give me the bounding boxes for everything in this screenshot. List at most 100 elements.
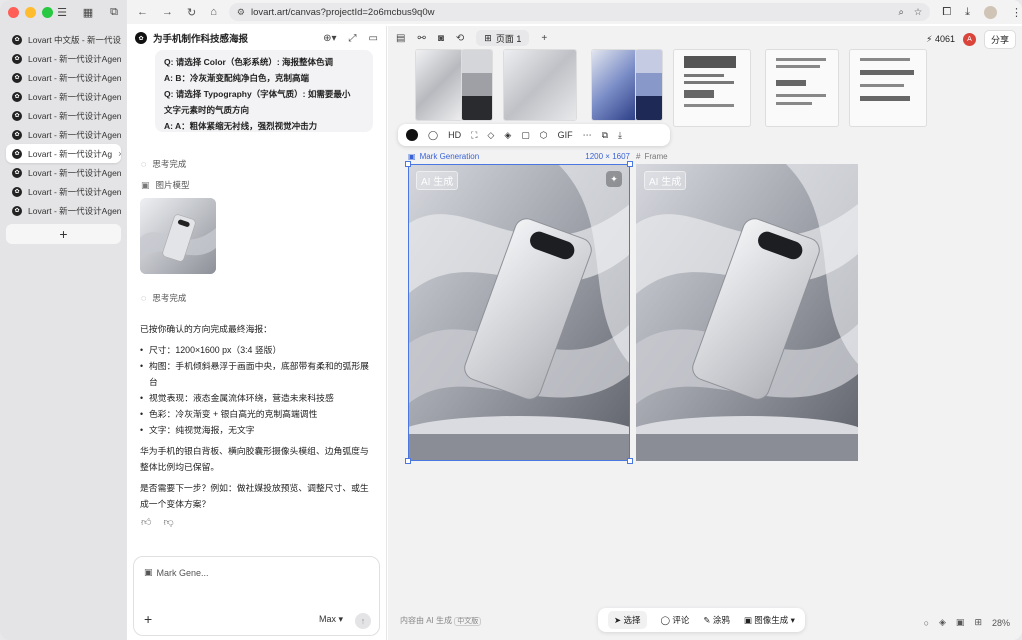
comment-icon[interactable]: ◯ [428,130,438,141]
new-chat-icon[interactable]: ⊕▾ [323,33,336,44]
browser-tab[interactable]: ✿ Lovart - 新一代设计Agent [6,68,121,87]
connect-icon[interactable]: ⚯ [417,33,425,44]
chat-input-box[interactable]: ▣ Mark Gene... + Max ▾ ↑ [133,556,380,636]
draw-tool[interactable]: ✎ 涂鸦 [703,614,730,626]
browser-tab[interactable]: ✿ Lovart - 新一代设计Agent [6,49,121,68]
forward-icon[interactable]: → [162,6,173,19]
new-tab-button[interactable]: + [6,224,121,244]
qa-line: A: A：粗体紧缩无衬线，强烈视觉冲击力 [164,121,318,131]
typography-board-1[interactable] [674,50,750,126]
comment-tool[interactable]: ◯ 评论 [661,614,690,626]
sync-icon[interactable]: ⟲ [456,33,464,44]
download-icon[interactable]: ⤓ [618,130,622,141]
thinking-status[interactable]: ◌ 思考完成 [141,158,186,170]
home-icon[interactable]: ⌂ [210,6,217,19]
maximize-window-button[interactable] [42,7,53,18]
download-icon[interactable]: ⤓ [965,6,970,19]
chat-header: ✿ 为手机制作科技感海报 ⊕▾ ⤢ ▭ [127,26,386,50]
eraser-icon[interactable]: ◇ [487,130,494,141]
more-icon[interactable]: ⋯ [583,130,592,141]
add-attachment-button[interactable]: + [144,611,152,627]
gallery-icon[interactable]: ▣ [956,617,965,628]
reader-icon[interactable]: ⧉ [107,5,121,19]
gif-icon[interactable]: GIF [558,130,573,140]
layers-icon[interactable]: ▤ [396,33,405,44]
user-avatar[interactable]: A [962,33,976,46]
lovart-favicon-icon: ✿ [12,205,22,216]
browser-tab[interactable]: ✿ Lovart - 新一代设计Agent [6,182,121,201]
zoom-icon[interactable]: ⌕ [898,7,903,18]
swatch-metal[interactable] [416,50,462,120]
generated-image-thumbnail[interactable] [140,198,216,274]
browser-tab[interactable]: ✿ Lovart - 新一代设计Ag × [6,144,121,163]
page-icon: ⊞ [484,32,492,43]
reload-icon[interactable]: ↻ [187,6,196,19]
more-menu-icon[interactable]: ⋮ [1011,6,1022,19]
image-generate-tool[interactable]: ▣ 图像生成 ▾ [744,614,795,626]
browser-tab[interactable]: ✿ Lovart - 新一代设计Agent [6,106,121,125]
swatch-metal-2[interactable] [504,50,576,120]
swatch-blue[interactable] [592,50,636,120]
profile-avatar[interactable] [984,5,997,19]
credits[interactable]: ⚡ 4061 [926,34,955,45]
3d-icon[interactable]: ⬡ [540,130,548,141]
browser-tab[interactable]: ✿ Lovart - 新一代设计Agent [6,163,121,182]
share-button[interactable]: 分享 [983,30,1016,49]
layers-icon[interactable]: ◈ [939,617,946,628]
thinking-status-2[interactable]: ◌ 思考完成 [141,292,186,304]
crop-icon[interactable]: ⛶ [471,130,477,141]
url-text: lovart.art/canvas?projectId=2o6mcbus9q0w [250,6,435,18]
close-tab-icon[interactable]: × [118,149,121,159]
tab-label: Lovart - 新一代设计Agent [28,72,121,83]
circle-icon[interactable]: ○ [924,618,929,628]
tab-sidebar: ☰ ▦ ⧉ ✿ Lovart 中文版 - 新一代设计 ✿ Lovart - 新一代设计… [0,0,127,640]
frame-icon[interactable]: ⊞ [974,617,982,628]
resize-handle[interactable] [405,161,411,167]
reference-chip[interactable]: ▣ Mark Gene... [144,567,209,578]
model-selector[interactable]: Max ▾ [319,614,343,625]
thumbs-up-icon[interactable]: 👍︎ [141,516,151,528]
extensions-icon[interactable]: ⧠ [942,6,951,19]
bookmark-star-icon[interactable]: ☆ [914,7,923,18]
select-tool[interactable]: ➤ 选择 [608,611,647,629]
tab-label: Lovart - 新一代设计Agent [28,205,121,216]
expand-icon[interactable]: ⤢ [349,33,357,44]
send-button[interactable]: ↑ [355,613,371,629]
palette-blue[interactable] [636,50,662,120]
typography-board-2[interactable] [766,50,838,126]
browser-tab[interactable]: ✿ Lovart - 新一代设计Agent [6,87,121,106]
thumbs-down-icon[interactable]: 👎︎ [163,516,173,528]
browser-tab[interactable]: ✿ Lovart - 新一代设计Agent [6,125,121,144]
poster-image-frame[interactable]: AI 生成 [636,164,858,461]
palette-gray[interactable] [462,50,492,120]
browser-tab[interactable]: ✿ Lovart - 新一代设计Agent [6,201,121,220]
text-edit-icon[interactable]: ▢ [521,130,530,141]
robot-icon[interactable]: ◙ [438,33,444,44]
typography-board-3[interactable] [850,50,926,126]
browser-tab[interactable]: ✿ Lovart 中文版 - 新一代设计 [6,30,121,49]
add-page-button[interactable]: + [541,33,547,44]
panel-toggle-icon[interactable]: ▭ [369,33,378,44]
sidebar-toggle-icon[interactable]: ☰ [55,5,69,19]
lightbulb-icon: ◌ [141,293,147,303]
resize-handle[interactable] [405,458,411,464]
grid-icon[interactable]: ▦ [81,5,95,19]
lovart-tool-icon[interactable] [406,129,418,141]
close-window-button[interactable] [8,7,19,18]
back-icon[interactable]: ← [137,6,148,19]
frame-label-1[interactable]: ▣ Mark Generation 1200 × 1607 [408,152,630,161]
address-field[interactable]: ⚙ lovart.art/canvas?projectId=2o6mcbus9q… [228,3,931,21]
resize-handle[interactable] [627,458,633,464]
page-tab[interactable]: ⊞ 页面 1 [476,30,530,46]
zoom-level[interactable]: 28% [992,618,1010,628]
layers-icon[interactable]: ◈ [504,130,511,141]
frame-label-2[interactable]: # Frame [636,152,668,161]
tab-label: Lovart - 新一代设计Agent [28,53,121,64]
hd-icon[interactable]: HD [448,130,461,140]
duplicate-icon[interactable]: ⧉ [602,130,608,141]
resize-handle[interactable] [627,161,633,167]
site-info-icon[interactable]: ⚙ [237,7,245,18]
minimize-window-button[interactable] [25,7,36,18]
design-canvas[interactable]: ▤ ⚯ ◙ ⟲ ⊞ 页面 1 + ⚡ 4061 A 分享 ◯ HD ⛶ ◇ ◈ … [388,26,1022,640]
feedback-actions: 👍︎ 👎︎ [141,516,174,528]
